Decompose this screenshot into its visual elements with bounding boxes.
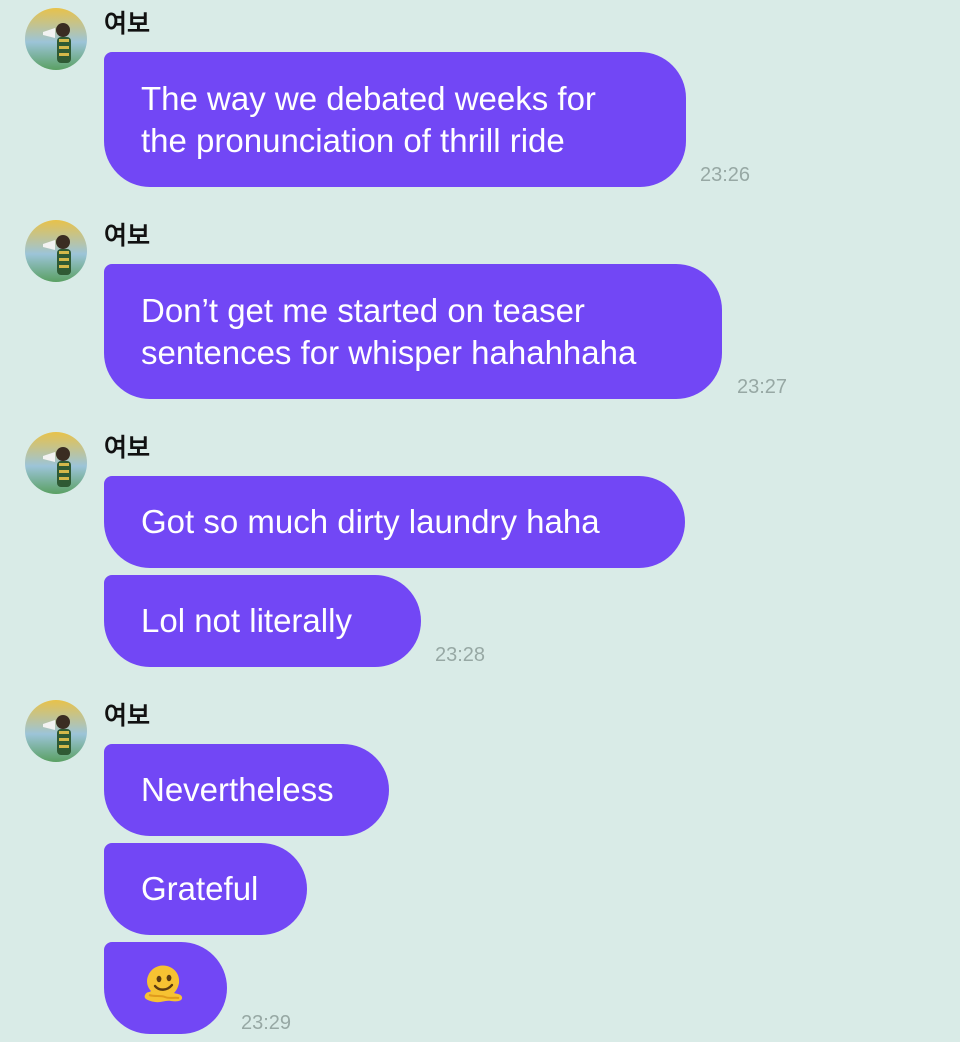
message-bubble[interactable]: Grateful <box>104 843 307 935</box>
message-text-line: Don’t get me started on teaser <box>141 291 585 329</box>
message-timestamp: 23:27 <box>737 376 788 398</box>
message-text: Nevertheless <box>141 771 334 808</box>
message-timestamp: 23:28 <box>435 644 486 666</box>
sender-name: 여보 <box>104 433 151 462</box>
sender-avatar[interactable] <box>25 432 87 494</box>
message-text-line: The way we debated weeks for <box>141 79 596 117</box>
message-bubble[interactable]: Nevertheless <box>104 744 389 836</box>
sender-name: 여보 <box>104 701 151 730</box>
message-bubble[interactable]: Got so much dirty laundry haha <box>104 476 685 568</box>
message-text: Got so much dirty laundry haha <box>141 503 600 540</box>
message-bubble[interactable]: Don’t get me started on teaser sentences… <box>104 264 722 399</box>
message-bubble[interactable]: The way we debated weeks for the pronunc… <box>104 52 686 187</box>
sender-name: 여보 <box>104 221 151 250</box>
message-text: Lol not literally <box>141 602 352 639</box>
melting-face-emoji-icon <box>141 961 185 1015</box>
sender-name: 여보 <box>104 9 151 38</box>
chat-thread[interactable]: 여보 The way we debated weeks for the pron… <box>0 0 960 1042</box>
sender-avatar[interactable] <box>25 8 87 70</box>
message-timestamp: 23:26 <box>700 164 751 186</box>
message-bubble[interactable]: Lol not literally <box>104 575 421 667</box>
message-timestamp: 23:29 <box>241 1012 292 1034</box>
message-text-line: sentences for whisper hahahhaha <box>141 333 637 371</box>
message-text: Grateful <box>141 870 259 907</box>
message-text-line: the pronunciation of thrill ride <box>141 121 565 159</box>
sender-avatar[interactable] <box>25 700 87 762</box>
sender-avatar[interactable] <box>25 220 87 282</box>
message-bubble[interactable] <box>104 942 227 1034</box>
